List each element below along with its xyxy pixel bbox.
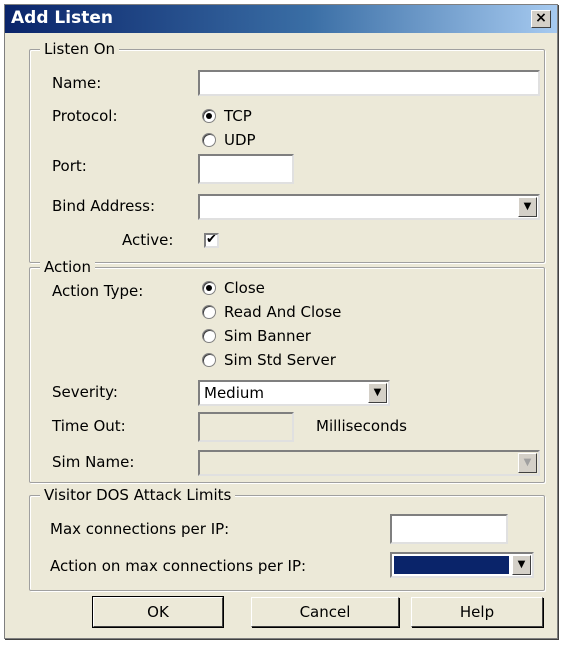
title-bar[interactable]: Add Listen × — [5, 5, 557, 33]
chevron-down-icon: ▼ — [373, 387, 382, 398]
active-checkbox[interactable]: ✔ — [204, 233, 219, 248]
active-label: Active: — [122, 231, 174, 249]
action-on-max-selection — [393, 555, 510, 575]
timeout-label: Time Out: — [52, 417, 126, 435]
timeout-input[interactable] — [198, 412, 294, 442]
max-connections-input[interactable] — [390, 514, 508, 544]
port-label: Port: — [52, 157, 87, 175]
check-icon: ✔ — [206, 232, 217, 247]
window-title: Add Listen — [11, 8, 113, 28]
action-type-sim-std-server-radio[interactable] — [202, 353, 216, 367]
action-group: Action Action Type: Close Read And Close… — [29, 258, 545, 483]
action-legend: Action — [40, 258, 95, 276]
name-input[interactable] — [198, 70, 540, 96]
chevron-down-icon: ▼ — [523, 457, 532, 468]
cancel-button[interactable]: Cancel — [251, 597, 399, 627]
sim-name-dropdown-button[interactable]: ▼ — [518, 453, 537, 473]
action-type-sim-std-server-label[interactable]: Sim Std Server — [224, 351, 336, 369]
action-type-read-and-close-radio[interactable] — [202, 305, 216, 319]
action-on-max-combo[interactable]: ▼ — [390, 552, 534, 578]
name-label: Name: — [52, 74, 102, 92]
listen-on-legend: Listen On — [40, 40, 120, 58]
severity-dropdown-button[interactable]: ▼ — [368, 383, 387, 403]
sim-name-label: Sim Name: — [52, 453, 135, 471]
add-listen-dialog: Add Listen × Listen On Name: Protocol: T… — [4, 4, 558, 639]
ok-button[interactable]: OK — [92, 596, 224, 628]
protocol-udp-radio[interactable] — [202, 133, 216, 147]
protocol-tcp-radio[interactable] — [202, 109, 216, 123]
port-input[interactable] — [198, 154, 294, 184]
action-on-max-label: Action on max connections per IP: — [50, 557, 307, 575]
listen-on-group: Listen On Name: Protocol: TCP UDP Port: … — [29, 40, 545, 263]
help-button[interactable]: Help — [411, 597, 543, 627]
chevron-down-icon: ▼ — [517, 559, 526, 570]
bind-address-label: Bind Address: — [52, 197, 156, 215]
dos-limits-legend: Visitor DOS Attack Limits — [40, 486, 236, 504]
protocol-udp-label[interactable]: UDP — [224, 131, 256, 149]
action-type-read-and-close-label[interactable]: Read And Close — [224, 303, 341, 321]
protocol-tcp-label[interactable]: TCP — [224, 107, 252, 125]
dos-limits-group: Visitor DOS Attack Limits Max connection… — [29, 486, 545, 591]
sim-name-combo[interactable]: ▼ — [198, 450, 540, 476]
action-type-sim-banner-label[interactable]: Sim Banner — [224, 327, 311, 345]
close-icon: × — [535, 10, 547, 26]
chevron-down-icon: ▼ — [523, 201, 532, 212]
close-button[interactable]: × — [531, 10, 551, 28]
action-type-label: Action Type: — [52, 282, 144, 300]
bind-address-combo[interactable]: ▼ — [198, 194, 540, 220]
max-connections-label: Max connections per IP: — [50, 520, 230, 538]
action-type-close-radio[interactable] — [202, 281, 216, 295]
timeout-unit-label: Milliseconds — [316, 417, 407, 435]
severity-value: Medium — [204, 384, 264, 402]
action-on-max-dropdown-button[interactable]: ▼ — [512, 555, 531, 575]
protocol-label: Protocol: — [52, 107, 118, 125]
bind-address-dropdown-button[interactable]: ▼ — [518, 197, 537, 217]
severity-label: Severity: — [52, 383, 118, 401]
action-type-sim-banner-radio[interactable] — [202, 329, 216, 343]
action-type-close-label[interactable]: Close — [224, 279, 265, 297]
severity-combo[interactable]: Medium ▼ — [198, 380, 390, 406]
